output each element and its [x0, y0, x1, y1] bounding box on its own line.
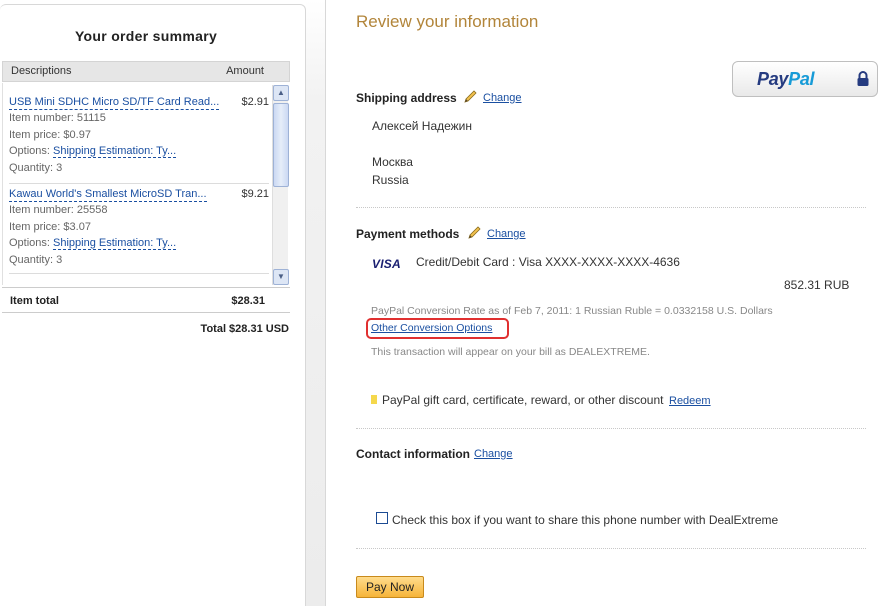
bill-descriptor-note: This transaction will appear on your bil…: [371, 346, 650, 358]
section-divider: [356, 207, 866, 208]
item-options: Options: Shipping Estimation: Ty...: [9, 143, 269, 160]
contact-information-label: Contact information: [356, 447, 470, 461]
item-total-row: Item total $28.31: [2, 287, 290, 313]
change-contact-link[interactable]: Change: [474, 448, 513, 460]
visa-icon: VISA: [372, 257, 401, 271]
section-divider: [356, 428, 866, 429]
pencil-icon: [468, 226, 481, 239]
change-shipping-link[interactable]: Change: [483, 92, 522, 104]
item-quantity: Quantity: 3: [9, 161, 63, 174]
item-price-total: $9.21: [241, 188, 269, 200]
list-item: USB Mini SDHC Micro SD/TF Card Read... $…: [9, 96, 269, 176]
grand-total: Total $28.31 USD: [200, 323, 289, 335]
item-options-label: Options:: [9, 237, 50, 249]
item-unit-price: Item price: $3.07: [9, 220, 91, 233]
panel-gap: [306, 0, 325, 606]
item-price-total: $2.91: [241, 96, 269, 108]
item-options-link[interactable]: Shipping Estimation: Ty...: [53, 237, 177, 250]
item-divider: [9, 273, 269, 274]
item-divider: [9, 183, 269, 184]
shipping-address-label: Shipping address: [356, 91, 457, 105]
scroll-up-icon[interactable]: ▲: [273, 85, 289, 101]
item-name-link[interactable]: Kawau World's Smallest MicroSD Tran...: [9, 188, 207, 202]
payment-methods-label: Payment methods: [356, 227, 460, 241]
lock-icon: [857, 71, 869, 86]
gift-card-icon: [371, 395, 377, 404]
address-country: Russia: [372, 173, 409, 187]
recipient-name: Алексей Надежин: [372, 119, 473, 133]
item-quantity: Quantity: 3: [9, 253, 63, 266]
conversion-rate-text: PayPal Conversion Rate as of Feb 7, 2011…: [371, 305, 773, 317]
descriptions-header: Descriptions: [11, 65, 72, 77]
item-total-value: $28.31: [231, 295, 265, 307]
review-panel: Review your information PayPal Shipping …: [325, 0, 890, 606]
order-summary-title: Your order summary: [74, 28, 218, 44]
card-description: Credit/Debit Card : Visa XXXX-XXXX-XXXX-…: [416, 255, 680, 269]
order-summary-panel: Your order summary Descriptions Amount U…: [0, 4, 306, 606]
page-title: Review your information: [356, 12, 539, 31]
redeem-link[interactable]: Redeem: [669, 395, 711, 407]
section-divider: [356, 548, 866, 549]
paypal-wordmark: PayPal: [757, 69, 815, 89]
share-phone-label: Check this box if you want to share this…: [392, 513, 779, 527]
paypal-logo: PayPal: [732, 61, 878, 97]
order-items-list: USB Mini SDHC Micro SD/TF Card Read... $…: [2, 83, 290, 285]
share-phone-checkbox[interactable]: [376, 512, 388, 524]
scrollbar-thumb[interactable]: [273, 103, 289, 187]
item-unit-price: Item price: $0.97: [9, 128, 91, 141]
item-number: Item number: 25558: [9, 204, 108, 216]
item-options-link[interactable]: Shipping Estimation: Ty...: [53, 145, 177, 158]
item-number: Item number: 51115: [9, 112, 106, 124]
gift-card-text: PayPal gift card, certificate, reward, o…: [382, 393, 664, 407]
items-scrollbar[interactable]: ▲ ▼: [272, 85, 289, 285]
payment-amount: 852.31 RUB: [784, 278, 850, 292]
address-city: Москва: [372, 155, 413, 169]
pay-now-button[interactable]: Pay Now: [356, 576, 424, 598]
other-conversion-options-link[interactable]: Other Conversion Options: [371, 322, 492, 334]
item-name-link[interactable]: USB Mini SDHC Micro SD/TF Card Read...: [9, 96, 220, 110]
item-options: Options: Shipping Estimation: Ty...: [9, 235, 269, 252]
summary-table-header: Descriptions Amount: [2, 61, 290, 82]
amount-header: Amount: [226, 65, 264, 77]
list-item: Kawau World's Smallest MicroSD Tran... $…: [9, 188, 269, 268]
pencil-icon: [464, 90, 477, 103]
scroll-down-icon[interactable]: ▼: [273, 269, 289, 285]
change-payment-link[interactable]: Change: [487, 228, 526, 240]
item-total-label: Item total: [10, 295, 59, 307]
item-options-label: Options:: [9, 145, 50, 157]
